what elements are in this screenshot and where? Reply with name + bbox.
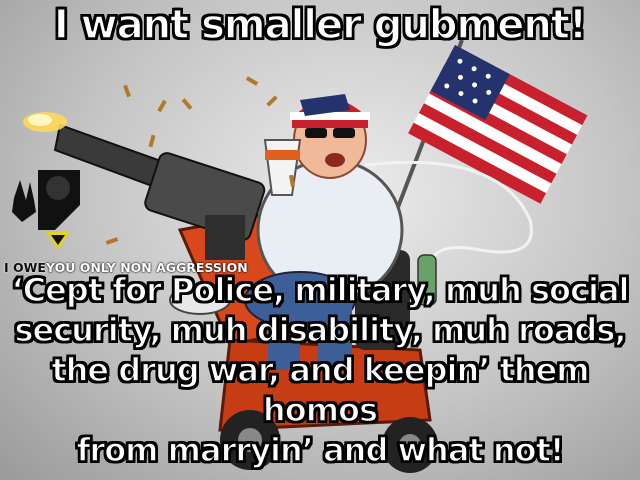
meme-image: I want smaller gubment! I OWEYOU ONLY NO… xyxy=(0,0,640,480)
bottom-caption-line-3: the drug war, and keepin’ them homos xyxy=(51,350,591,430)
bottom-caption-line-2: security, muh disability, muh roads, xyxy=(14,310,628,350)
top-caption: I want smaller gubment! xyxy=(53,1,588,49)
bottom-caption-line-1: ‘Cept for Police, military, muh social xyxy=(11,270,631,310)
american-flag-icon xyxy=(408,45,588,204)
bottom-caption: ‘Cept for Police, military, muh social s… xyxy=(0,270,640,470)
bottom-caption-line-4: from marryin’ and what not! xyxy=(76,430,566,470)
